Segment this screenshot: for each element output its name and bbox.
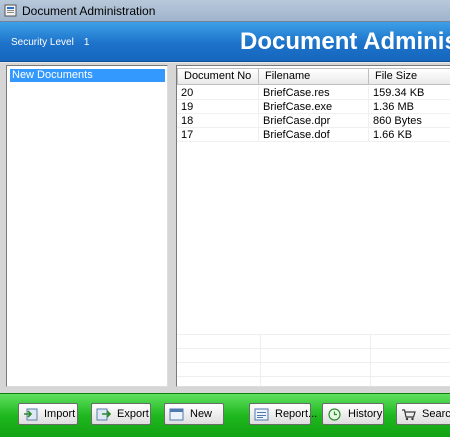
cell-file-size: 1.66 KB <box>369 128 450 141</box>
column-header-file-size[interactable]: File Size <box>369 68 450 85</box>
export-label: Export <box>117 408 149 420</box>
cell-document-no: 18 <box>177 114 259 127</box>
table-row[interactable]: 18 BriefCase.dpr 860 Bytes <box>177 114 450 128</box>
cell-filename: BriefCase.dpr <box>259 114 369 127</box>
cell-filename: BriefCase.dof <box>259 128 369 141</box>
new-document-icon <box>169 408 184 420</box>
window-title: Document Administration <box>22 4 156 18</box>
cell-document-no: 20 <box>177 86 259 99</box>
cell-filename: BriefCase.res <box>259 86 369 99</box>
column-header-filename[interactable]: Filename <box>259 68 369 85</box>
cart-icon <box>402 408 416 420</box>
new-label: New <box>190 408 213 420</box>
history-icon <box>328 407 341 421</box>
import-icon <box>24 408 38 420</box>
report-button[interactable]: Report... <box>249 403 317 425</box>
cell-file-size: 159.34 KB <box>369 86 450 99</box>
import-label: Import <box>44 408 76 420</box>
cell-file-size: 860 Bytes <box>369 114 450 127</box>
app-icon <box>4 4 17 17</box>
documents-list[interactable]: Document No Filename File Size 20 BriefC… <box>176 65 450 387</box>
empty-row-gridlines <box>177 334 450 386</box>
table-row[interactable]: 19 BriefCase.exe 1.36 MB <box>177 100 450 114</box>
security-level-label: Security Level <box>11 37 74 48</box>
import-button[interactable]: Import <box>18 403 78 425</box>
security-level-value: 1 <box>83 37 90 48</box>
history-button[interactable]: History <box>322 403 384 425</box>
export-icon <box>96 408 111 420</box>
column-header-document-no[interactable]: Document No <box>177 68 259 85</box>
new-button[interactable]: New <box>164 403 224 425</box>
security-level: Security Level 1 <box>11 37 89 48</box>
report-icon <box>254 408 269 420</box>
folder-tree[interactable]: New Documents <box>6 65 168 387</box>
cell-filename: BriefCase.exe <box>259 100 369 113</box>
bottom-toolbar: Import Export New Report... History Sear… <box>0 393 450 437</box>
search-button[interactable]: Search <box>396 403 450 425</box>
search-label: Search <box>422 408 450 420</box>
tree-item-new-documents[interactable]: New Documents <box>10 69 165 82</box>
main-window: Document Administration Security Level 1 … <box>0 0 450 437</box>
history-label: History <box>348 408 383 420</box>
table-row[interactable]: 20 BriefCase.res 159.34 KB <box>177 86 450 100</box>
cell-document-no: 19 <box>177 100 259 113</box>
header-banner: Security Level 1 Document Administration <box>0 22 450 62</box>
cell-file-size: 1.36 MB <box>369 100 450 113</box>
table-row[interactable]: 17 BriefCase.dof 1.66 KB <box>177 128 450 142</box>
export-button[interactable]: Export <box>91 403 151 425</box>
grid-divider <box>370 334 371 386</box>
grid-divider <box>260 334 261 386</box>
cell-document-no: 17 <box>177 128 259 141</box>
title-bar[interactable]: Document Administration <box>0 0 450 22</box>
main-content: New Documents Document No Filename File … <box>0 63 450 393</box>
list-header: Document No Filename File Size <box>177 68 450 85</box>
report-label: Report... <box>275 408 318 420</box>
page-title: Document Administration <box>240 28 450 55</box>
list-rows: 20 BriefCase.res 159.34 KB 19 BriefCase.… <box>177 86 450 142</box>
